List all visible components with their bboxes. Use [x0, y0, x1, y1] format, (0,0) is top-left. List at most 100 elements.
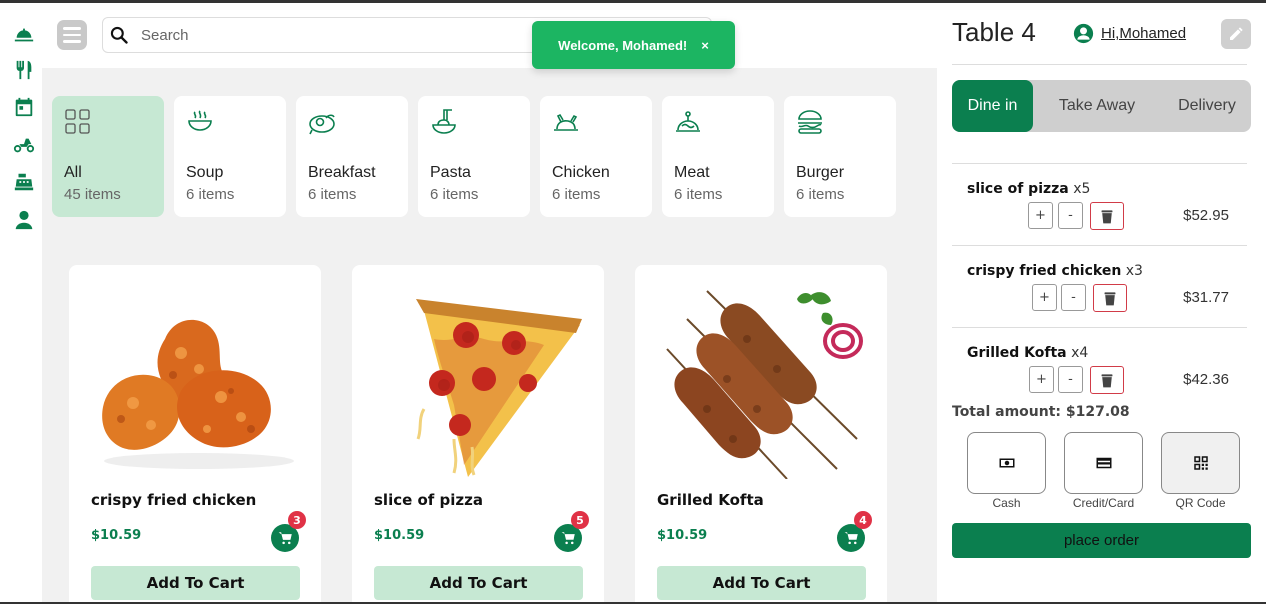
- product-price: $10.59: [91, 528, 142, 543]
- item-quantity: x5: [1073, 181, 1091, 197]
- order-panel: Table 4 Hi,Mohamed Dine in Take Away Del…: [937, 3, 1266, 602]
- order-item-price: $31.77: [1183, 289, 1229, 306]
- fried-chicken-image: [102, 319, 294, 469]
- tab-dine-in[interactable]: Dine in: [952, 80, 1033, 132]
- cart-icon: [561, 531, 575, 544]
- user-greeting[interactable]: Hi,Mohamed: [1073, 23, 1186, 44]
- cash-register-icon[interactable]: [12, 170, 36, 194]
- remove-item-button[interactable]: [1090, 366, 1124, 394]
- add-to-cart-button[interactable]: Add To Cart: [374, 566, 583, 600]
- credit-card-icon: [1096, 457, 1111, 469]
- menu-toggle-button[interactable]: [57, 20, 87, 50]
- product-title: crispy fried chicken: [91, 491, 257, 509]
- decrease-button[interactable]: -: [1061, 284, 1086, 311]
- cart-count-badge: 4: [854, 511, 872, 529]
- order-item-name: crispy fried chicken x3: [967, 263, 1143, 279]
- user-icon[interactable]: [12, 208, 36, 232]
- bell-service-icon[interactable]: [12, 23, 36, 47]
- user-avatar-icon: [1073, 23, 1094, 44]
- increase-button[interactable]: +: [1028, 202, 1053, 229]
- calendar-icon[interactable]: [12, 95, 36, 119]
- payment-label: QR Code: [1175, 496, 1226, 510]
- grilled-kofta-image: [666, 290, 863, 479]
- category-name: Meat: [674, 164, 710, 181]
- utensils-icon[interactable]: [12, 58, 36, 82]
- trash-icon: [1101, 209, 1113, 223]
- product-price: $10.59: [374, 528, 425, 543]
- remove-item-button[interactable]: [1090, 202, 1124, 230]
- pizza-slice-image: [416, 299, 582, 477]
- product-title: slice of pizza: [374, 491, 484, 509]
- category-burger[interactable]: Burger 6 items: [784, 96, 896, 217]
- category-chicken[interactable]: Chicken 6 items: [540, 96, 652, 217]
- cart-count-badge: 3: [288, 511, 306, 529]
- increase-button[interactable]: +: [1032, 284, 1057, 311]
- welcome-toast: Welcome, Mohamed! ×: [532, 21, 735, 69]
- payment-label: Cash: [992, 496, 1021, 510]
- remove-item-button[interactable]: [1093, 284, 1127, 312]
- order-item: Grilled Kofta x4 + - $42.36: [952, 328, 1247, 408]
- category-all[interactable]: All 45 items: [52, 96, 164, 217]
- pencil-icon: [1230, 27, 1243, 40]
- order-item-price: $52.95: [1183, 207, 1229, 224]
- edit-button[interactable]: [1221, 19, 1251, 49]
- category-count: 6 items: [674, 186, 723, 203]
- user-name-link: Hi,Mohamed: [1101, 25, 1187, 42]
- decrease-button[interactable]: -: [1058, 366, 1083, 393]
- total-amount: Total amount: $127.08: [952, 404, 1130, 420]
- category-soup[interactable]: Soup 6 items: [174, 96, 286, 217]
- product-card: Grilled Kofta $10.59 4 Add To Cart: [635, 265, 887, 604]
- chicken-icon: [554, 113, 578, 131]
- category-breakfast[interactable]: Breakfast 6 items: [296, 96, 408, 217]
- category-count: 45 items: [64, 186, 121, 203]
- tab-delivery[interactable]: Delivery: [1163, 80, 1251, 132]
- category-name: All: [64, 164, 82, 181]
- place-order-button[interactable]: place order: [952, 523, 1251, 558]
- category-meat[interactable]: Meat 6 items: [662, 96, 774, 217]
- item-name: crispy fried chicken: [967, 263, 1122, 279]
- payment-card-button[interactable]: [1064, 432, 1143, 494]
- divider: [952, 64, 1247, 65]
- add-to-cart-button[interactable]: Add To Cart: [657, 566, 866, 600]
- meat-dish-icon: [676, 111, 700, 132]
- order-item-name: Grilled Kofta x4: [967, 345, 1088, 361]
- cart-icon: [278, 531, 292, 544]
- category-count: 6 items: [308, 186, 357, 203]
- product-card: crispy fried chicken $10.59 3 Add To Car…: [69, 265, 321, 604]
- top-bar: [42, 3, 937, 68]
- burger-icon: [798, 110, 822, 134]
- category-count: 6 items: [552, 186, 601, 203]
- trash-icon: [1104, 291, 1116, 305]
- motorcycle-icon[interactable]: [12, 133, 36, 157]
- payment-qr-button[interactable]: [1161, 432, 1240, 494]
- cart-count-badge: 5: [571, 511, 589, 529]
- category-pasta[interactable]: Pasta 6 items: [418, 96, 530, 217]
- item-name: Grilled Kofta: [967, 345, 1067, 361]
- decrease-button[interactable]: -: [1058, 202, 1083, 229]
- toast-close-button[interactable]: ×: [701, 38, 709, 53]
- soup-bowl-icon: [188, 110, 212, 131]
- payment-cash-button[interactable]: [967, 432, 1046, 494]
- item-name: slice of pizza: [967, 181, 1069, 197]
- cash-icon: [999, 458, 1014, 468]
- cart-icon: [844, 531, 858, 544]
- item-quantity: x3: [1125, 263, 1143, 279]
- table-title: Table 4: [952, 17, 1036, 47]
- add-to-cart-button[interactable]: Add To Cart: [91, 566, 300, 600]
- order-item: slice of pizza x5 + - $52.95: [952, 164, 1247, 244]
- product-card: slice of pizza $10.59 5 Add To Cart: [352, 265, 604, 604]
- trash-icon: [1101, 373, 1113, 387]
- order-item-name: slice of pizza x5: [967, 181, 1090, 197]
- category-name: Burger: [796, 164, 845, 181]
- order-type-tabs: Dine in Take Away Delivery: [952, 80, 1251, 132]
- product-price: $10.59: [657, 528, 708, 543]
- increase-button[interactable]: +: [1029, 366, 1054, 393]
- tab-take-away[interactable]: Take Away: [1035, 80, 1159, 132]
- category-count: 6 items: [186, 186, 235, 203]
- pasta-icon: [432, 109, 456, 134]
- order-item-price: $42.36: [1183, 371, 1229, 388]
- order-item: crispy fried chicken x3 + - $31.77: [952, 246, 1247, 326]
- toast-message: Welcome, Mohamed!: [558, 37, 688, 53]
- breakfast-icon: [309, 114, 335, 135]
- category-name: Pasta: [430, 164, 471, 181]
